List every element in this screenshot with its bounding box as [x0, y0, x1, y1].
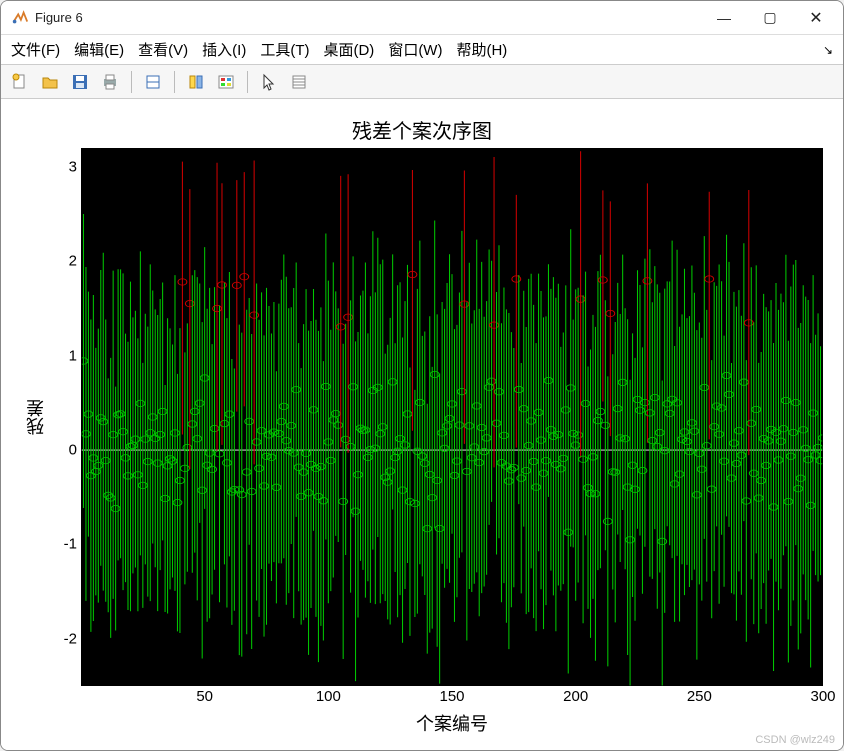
- x-tick: 300: [810, 688, 835, 705]
- menu-insert[interactable]: 插入(I): [202, 39, 246, 60]
- menu-help[interactable]: 帮助(H): [456, 39, 507, 60]
- y-tick: -2: [64, 630, 77, 647]
- print-button[interactable]: [97, 69, 123, 95]
- y-tick: 1: [69, 347, 77, 364]
- x-tick: 200: [563, 688, 588, 705]
- menu-edit[interactable]: 编辑(E): [74, 39, 124, 60]
- plot-row: 残差 -2 -1 0 1 2 3: [21, 148, 823, 686]
- x-tick: 250: [687, 688, 712, 705]
- pointer-button[interactable]: [256, 69, 282, 95]
- toolbar-separator: [247, 71, 248, 93]
- menu-view[interactable]: 查看(V): [138, 39, 188, 60]
- watermark: CSDN @wlz249: [755, 734, 835, 746]
- figure-area: 残差个案次序图 残差 -2 -1 0 1 2 3 50 100 150 200 250 300 个案…: [1, 99, 843, 750]
- y-tick: -1: [64, 536, 77, 553]
- toolbar-separator: [174, 71, 175, 93]
- save-button[interactable]: [67, 69, 93, 95]
- open-file-button[interactable]: [37, 69, 63, 95]
- menu-file[interactable]: 文件(F): [11, 39, 60, 60]
- y-tick: 3: [69, 158, 77, 175]
- plot-svg: [81, 148, 823, 686]
- colorbar-button[interactable]: [213, 69, 239, 95]
- x-tick: 100: [316, 688, 341, 705]
- maximize-button[interactable]: ▢: [747, 1, 793, 35]
- x-tick-row: 50100150200250300: [81, 686, 823, 710]
- new-file-button[interactable]: [7, 69, 33, 95]
- data-cursor-button[interactable]: [183, 69, 209, 95]
- y-tick: 0: [69, 442, 77, 459]
- y-tick-column: -2 -1 0 1 2 3: [51, 148, 81, 686]
- x-tick: 150: [439, 688, 464, 705]
- toolbar-separator: [131, 71, 132, 93]
- figure-window: Figure 6 — ▢ ✕ 文件(F) 编辑(E) 查看(V) 插入(I) 工…: [0, 0, 844, 751]
- plot-box[interactable]: [81, 148, 823, 686]
- titlebar: Figure 6 — ▢ ✕: [1, 1, 843, 35]
- matlab-icon: [11, 9, 29, 27]
- properties-button[interactable]: [286, 69, 312, 95]
- close-button[interactable]: ✕: [793, 1, 839, 35]
- toolbar: [1, 65, 843, 99]
- menu-tools[interactable]: 工具(T): [260, 39, 309, 60]
- menubar: 文件(F) 编辑(E) 查看(V) 插入(I) 工具(T) 桌面(D) 窗口(W…: [1, 35, 843, 65]
- chart-title: 残差个案次序图: [21, 115, 823, 144]
- menu-desktop[interactable]: 桌面(D): [323, 39, 374, 60]
- y-tick: 2: [69, 253, 77, 270]
- link-button[interactable]: [140, 69, 166, 95]
- window-title: Figure 6: [35, 10, 83, 25]
- x-tick: 50: [196, 688, 213, 705]
- y-axis-label: 残差: [23, 399, 49, 435]
- menu-window[interactable]: 窗口(W): [388, 39, 442, 60]
- minimize-button[interactable]: —: [701, 1, 747, 35]
- x-axis-label: 个案编号: [81, 710, 823, 740]
- menu-overflow-icon[interactable]: ↘: [823, 43, 833, 57]
